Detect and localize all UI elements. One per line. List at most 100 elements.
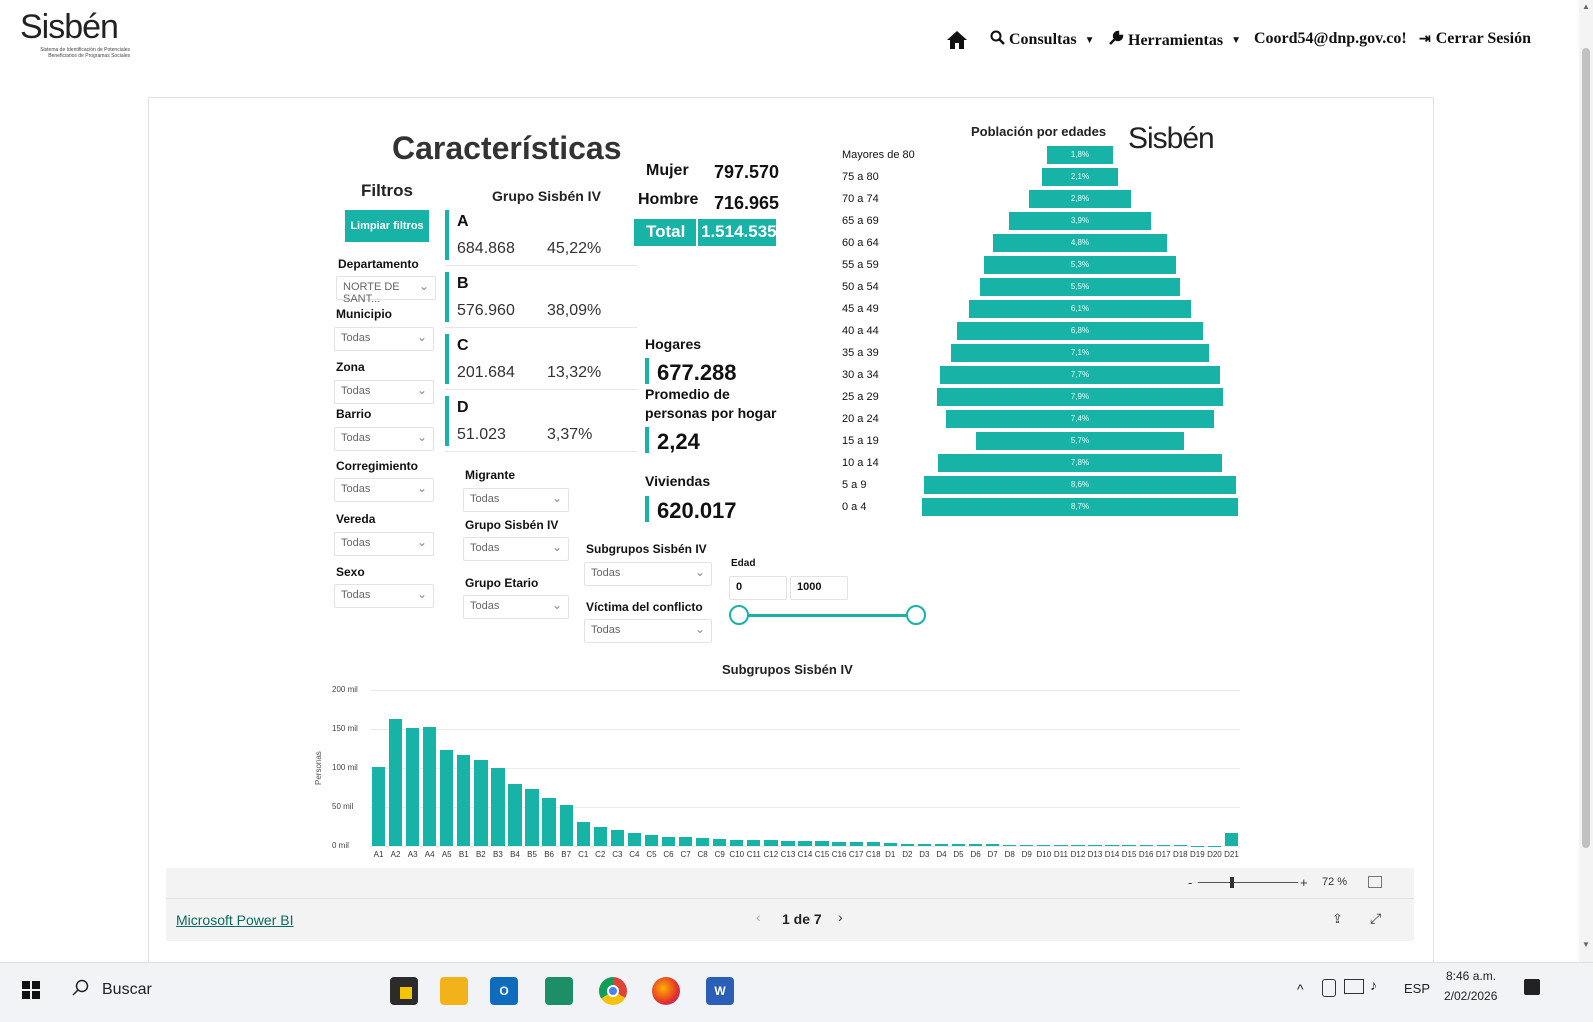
bar-D12[interactable] (1071, 845, 1084, 846)
bar-B5[interactable] (525, 789, 538, 846)
file-explorer-icon[interactable] (440, 977, 468, 1005)
bar-D10[interactable] (1037, 845, 1050, 846)
vereda-dropdown[interactable]: Todas⌄ (334, 532, 434, 556)
clock-time[interactable]: 8:46 a.m. (1446, 969, 1496, 983)
bar-C7[interactable] (679, 837, 692, 846)
bar-D2[interactable] (901, 844, 914, 846)
next-page-icon[interactable]: › (838, 909, 843, 925)
bar-D11[interactable] (1054, 845, 1067, 846)
outlook-icon[interactable]: O (490, 977, 518, 1005)
corregimiento-dropdown[interactable]: Todas⌄ (334, 478, 434, 502)
project-icon[interactable] (545, 977, 573, 1005)
bar-C13[interactable] (781, 841, 794, 846)
page-scrollbar[interactable]: ▲ ▼ (1579, 0, 1593, 962)
powerbi-link[interactable]: Microsoft Power BI (176, 912, 293, 928)
bar-B7[interactable] (560, 805, 573, 846)
victima-dropdown[interactable]: Todas⌄ (584, 619, 712, 643)
firefox-icon[interactable] (652, 977, 680, 1005)
bar-C18[interactable] (867, 842, 880, 846)
bar-A5[interactable] (440, 750, 453, 846)
fit-page-icon[interactable] (1368, 876, 1382, 888)
network-icon[interactable] (1322, 979, 1336, 997)
edad-slider-max-handle[interactable] (906, 605, 926, 625)
edad-max-input[interactable]: 1000 (790, 576, 848, 600)
logout-link[interactable]: ⇥ Cerrar Sesión (1419, 30, 1531, 48)
taskbar-search-text[interactable]: Buscar (102, 981, 152, 999)
bar-D5[interactable] (952, 844, 965, 846)
clear-filters-button[interactable]: Limpiar filtros (345, 210, 429, 242)
barrio-dropdown[interactable]: Todas⌄ (334, 427, 434, 451)
chevron-up-icon[interactable]: ^ (1297, 981, 1304, 997)
bar-D1[interactable] (884, 843, 897, 846)
bar-B1[interactable] (457, 755, 470, 846)
bar-A4[interactable] (423, 727, 436, 846)
speaker-icon[interactable]: ♪ (1370, 977, 1377, 993)
bar-C9[interactable] (713, 839, 726, 846)
bar-D15[interactable] (1122, 845, 1135, 846)
share-icon[interactable]: ⇪ (1332, 911, 1343, 927)
consultas-menu[interactable]: Consultas ▼ (990, 30, 1094, 50)
bar-C5[interactable] (645, 835, 658, 846)
scroll-up-icon[interactable]: ▲ (1582, 2, 1590, 11)
word-icon[interactable]: W (706, 977, 734, 1005)
bar-D18[interactable] (1174, 845, 1187, 846)
search-icon[interactable] (72, 979, 90, 1002)
migrante-dropdown[interactable]: Todas⌄ (463, 488, 569, 512)
pyramid-bar[interactable]: 5,5% (980, 278, 1180, 296)
clock-date[interactable]: 2/02/2026 (1444, 989, 1497, 1003)
bar-C11[interactable] (747, 840, 760, 846)
bar-D7[interactable] (986, 844, 999, 846)
sticky-notes-icon[interactable] (390, 977, 418, 1005)
bar-C6[interactable] (662, 837, 675, 846)
pyramid-bar[interactable]: 3,9% (1009, 212, 1151, 230)
bar-A3[interactable] (406, 728, 419, 846)
departamento-dropdown[interactable]: NORTE DE SANT...⌄ (336, 276, 436, 300)
bar-D14[interactable] (1105, 845, 1118, 846)
notifications-icon[interactable] (1524, 979, 1540, 995)
prev-page-icon[interactable]: ‹ (756, 909, 761, 925)
pyramid-bar[interactable]: 5,7% (976, 432, 1183, 450)
bar-D9[interactable] (1020, 845, 1033, 846)
bar-C16[interactable] (832, 842, 845, 846)
grupo-etario-dropdown[interactable]: Todas⌄ (463, 595, 569, 619)
scroll-down-icon[interactable]: ▼ (1582, 940, 1590, 949)
bar-C2[interactable] (594, 827, 607, 847)
pyramid-bar[interactable]: 8,6% (924, 476, 1236, 494)
bar-A1[interactable] (372, 767, 385, 846)
bar-C17[interactable] (850, 842, 863, 846)
pyramid-bar[interactable]: 7,7% (940, 366, 1220, 384)
bar-C8[interactable] (696, 838, 709, 846)
bar-B6[interactable] (542, 798, 555, 846)
windows-start-icon[interactable] (22, 981, 40, 1004)
sexo-dropdown[interactable]: Todas⌄ (334, 584, 434, 608)
bar-D21[interactable] (1225, 833, 1238, 846)
bar-D16[interactable] (1140, 845, 1153, 846)
herramientas-menu[interactable]: Herramientas ▼ (1108, 30, 1241, 51)
edad-slider-min-handle[interactable] (729, 605, 749, 625)
bar-D3[interactable] (918, 844, 931, 846)
home-icon[interactable] (946, 30, 968, 50)
language-indicator[interactable]: ESP (1404, 981, 1430, 996)
edad-slider-track[interactable] (738, 614, 916, 617)
display-icon[interactable] (1344, 979, 1364, 994)
pyramid-bar[interactable]: 7,9% (937, 388, 1224, 406)
zoom-slider-handle[interactable] (1230, 877, 1234, 888)
bar-C12[interactable] (764, 840, 777, 846)
fullscreen-icon[interactable]: ⤢ (1370, 910, 1381, 927)
bar-D13[interactable] (1088, 845, 1101, 846)
pyramid-bar[interactable]: 2,1% (1042, 168, 1118, 186)
pyramid-bar[interactable]: 1,8% (1047, 146, 1112, 164)
pyramid-bar[interactable]: 7,4% (946, 410, 1215, 428)
municipio-dropdown[interactable]: Todas⌄ (334, 327, 434, 351)
scrollbar-thumb[interactable] (1582, 48, 1590, 848)
grupo-sisben-dropdown[interactable]: Todas⌄ (463, 537, 569, 561)
zoom-in-button[interactable]: + (1300, 875, 1308, 890)
bar-B2[interactable] (474, 760, 487, 846)
subgrupos-dropdown[interactable]: Todas⌄ (584, 562, 712, 586)
zona-dropdown[interactable]: Todas⌄ (334, 380, 434, 404)
pyramid-bar[interactable]: 6,8% (957, 322, 1204, 340)
bar-C3[interactable] (611, 830, 624, 846)
sisben-logo[interactable]: Sisbén Sistema de Identificación de Pote… (20, 8, 130, 59)
bar-C15[interactable] (815, 841, 828, 846)
zoom-out-button[interactable]: - (1188, 875, 1192, 890)
